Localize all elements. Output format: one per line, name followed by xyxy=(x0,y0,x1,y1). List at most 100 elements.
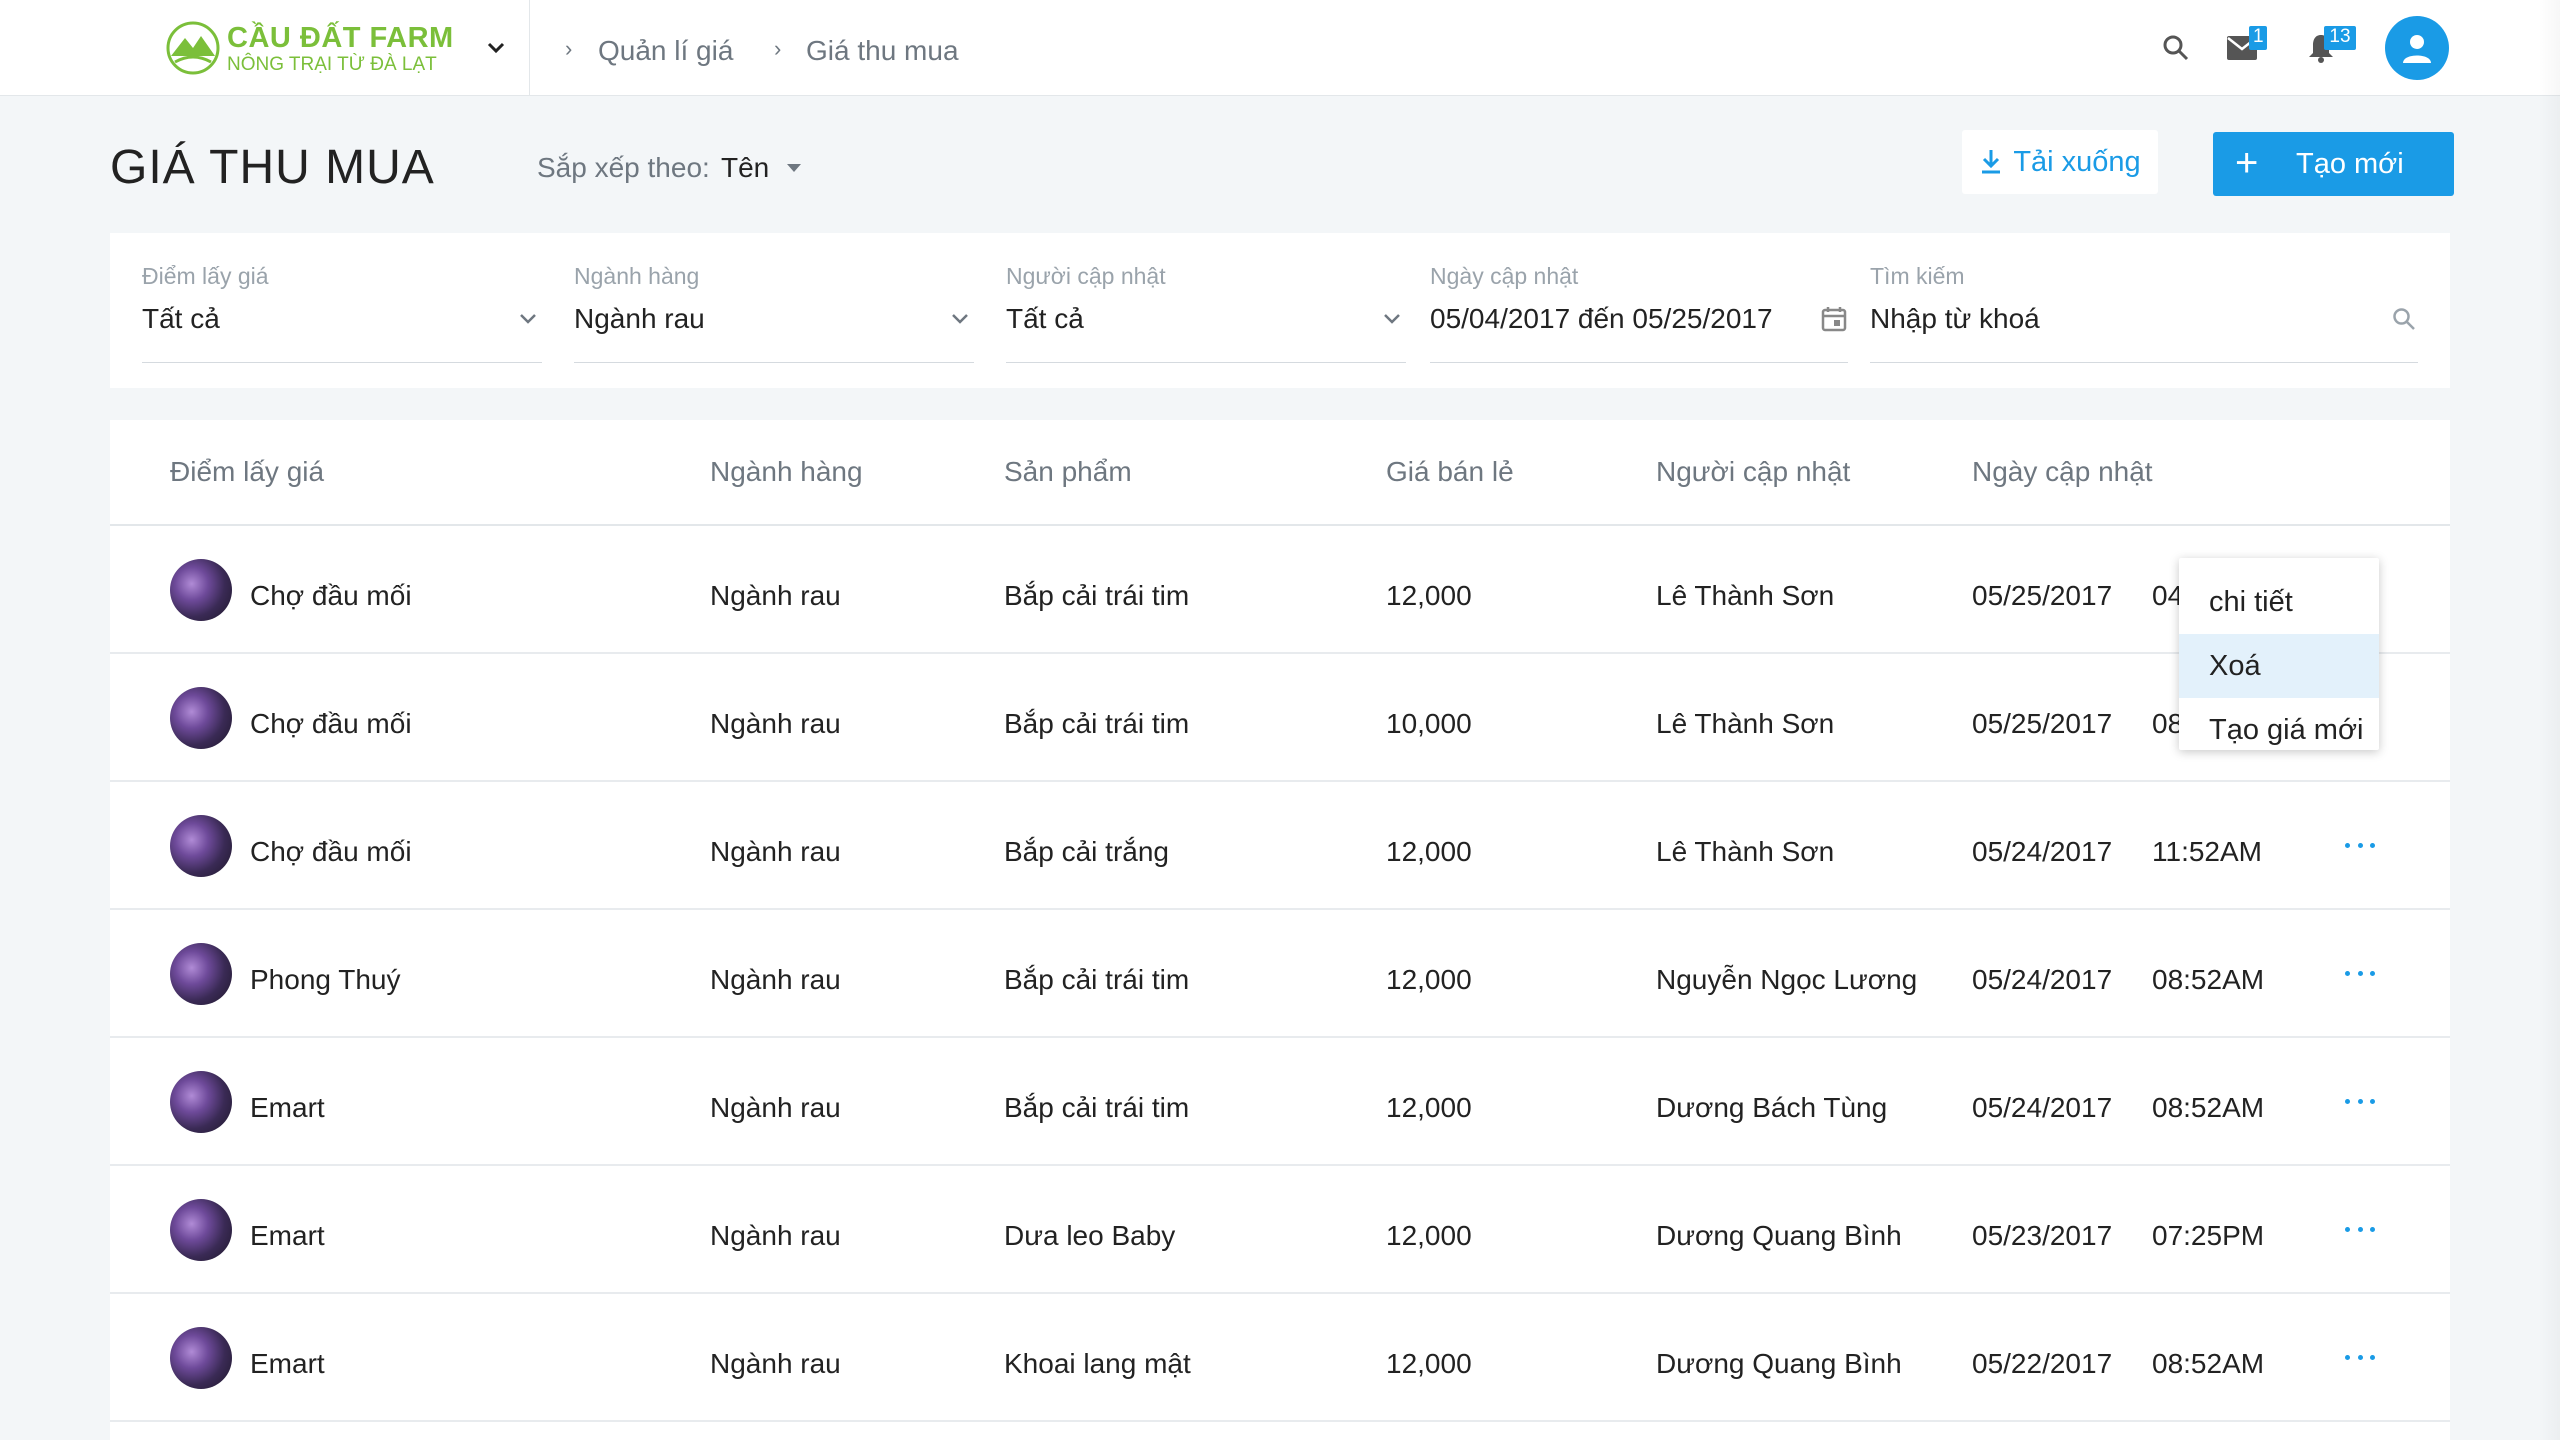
cell-time: 07:25PM xyxy=(2152,1220,2265,1251)
cell-category: Ngành rau xyxy=(710,836,841,867)
location-avatar xyxy=(170,1327,232,1389)
cell-updater: Nguyễn Ngọc Lương xyxy=(1656,964,1918,995)
brand-logo[interactable]: CẦU ĐẤT FARM NÔNG TRẠI TỪ ĐÀ LẠT xyxy=(165,18,453,78)
menu-item-delete[interactable]: Xoá xyxy=(2179,634,2379,698)
cell-updater: Dương Bách Tùng xyxy=(1656,1092,1888,1123)
column-header-category[interactable]: Ngành hàng xyxy=(710,456,863,488)
create-new-label: Tạo mới xyxy=(2296,148,2404,180)
cell-price: 12,000 xyxy=(1386,1348,1472,1379)
location-avatar xyxy=(170,687,232,749)
cell-category: Ngành rau xyxy=(710,580,841,611)
column-header-updater[interactable]: Người cập nhật xyxy=(1656,456,1850,488)
cell-location: Emart xyxy=(250,1092,325,1123)
cell-date: 05/25/2017 xyxy=(1972,708,2113,739)
mail-badge: 1 xyxy=(2249,26,2267,50)
search-filter-label: Tìm kiếm xyxy=(1870,263,1965,289)
row-context-menu: chi tiết Xoá Tạo giá mới xyxy=(2179,558,2379,750)
create-new-button[interactable]: + Tạo mới xyxy=(2213,132,2454,196)
updater-filter[interactable]: Người cập nhật Tất cả xyxy=(1006,263,1406,363)
cell-price: 12,000 xyxy=(1386,580,1472,611)
cell-price: 10,000 xyxy=(1386,708,1472,739)
location-avatar xyxy=(170,943,232,1005)
category-filter[interactable]: Ngành hàng Ngành rau xyxy=(574,263,974,363)
cell-price: 12,000 xyxy=(1386,964,1472,995)
cell-location: Emart xyxy=(250,1220,325,1251)
cell-category: Ngành rau xyxy=(710,1092,841,1123)
cell-location: Chợ đầu mối xyxy=(250,708,412,739)
location-filter[interactable]: Điểm lấy giá Tất cả xyxy=(142,263,542,363)
more-actions-icon[interactable] xyxy=(2345,1094,2375,1108)
chevron-down-icon[interactable] xyxy=(482,34,510,62)
cell-time: 08:52AM xyxy=(2152,1092,2265,1123)
menu-item-new-price[interactable]: Tạo giá mới xyxy=(2179,698,2379,762)
person-icon xyxy=(2403,35,2431,63)
menu-item-details[interactable]: chi tiết xyxy=(2179,570,2379,634)
download-button[interactable]: Tải xuống xyxy=(1962,130,2158,194)
cell-price: 12,000 xyxy=(1386,836,1472,867)
chevron-down-icon xyxy=(514,305,542,333)
user-avatar[interactable] xyxy=(2385,16,2449,80)
chevron-down-icon xyxy=(946,305,974,333)
column-header-retail-price[interactable]: Giá bán lẻ xyxy=(1386,456,1514,488)
table-row[interactable]: Chợ đầu mối Ngành rau Bắp cải trái tim 1… xyxy=(110,526,2450,654)
cell-location: Chợ đầu mối xyxy=(250,836,412,867)
breadcrumb-price-management[interactable]: Quản lí giá xyxy=(598,35,733,67)
cell-date: 05/25/2017 xyxy=(1972,580,2113,611)
brand-title: CẦU ĐẤT FARM xyxy=(227,22,454,54)
chevron-right-icon: › xyxy=(565,36,573,61)
cell-category: Ngành rau xyxy=(710,708,841,739)
date-range-filter[interactable]: Ngày cập nhật 05/04/2017 đến 05/25/2017 xyxy=(1430,263,1848,363)
cell-updater: Lê Thành Sơn xyxy=(1656,708,1835,739)
date-filter-label: Ngày cập nhật xyxy=(1430,263,1579,289)
cell-product: Bắp cải trắng xyxy=(1004,836,1169,867)
column-header-updated-date[interactable]: Ngày cập nhật xyxy=(1972,456,2153,488)
search-icon[interactable] xyxy=(2158,30,2194,66)
cell-product: Bắp cải trái tim xyxy=(1004,1092,1190,1123)
search-filter[interactable]: Tìm kiếm Nhập từ khoá xyxy=(1870,263,2418,363)
more-actions-icon[interactable] xyxy=(2345,838,2375,852)
category-filter-value: Ngành rau xyxy=(574,303,705,334)
location-avatar xyxy=(170,559,232,621)
caret-down-icon[interactable] xyxy=(784,162,804,174)
table-row[interactable]: Emart Ngành rau Dưa leo Baby 12,000 Dươn… xyxy=(110,1166,2450,1294)
search-input[interactable]: Nhập từ khoá xyxy=(1870,303,2040,335)
search-icon[interactable] xyxy=(2390,305,2418,333)
cell-price: 12,000 xyxy=(1386,1220,1472,1251)
topbar-divider xyxy=(529,0,530,96)
column-header-location[interactable]: Điểm lấy giá xyxy=(170,456,324,488)
table-row[interactable]: Chợ đầu mối Ngành rau Bắp cải trái tim 1… xyxy=(110,654,2450,782)
sort-select[interactable]: Tên xyxy=(721,152,769,184)
cell-category: Ngành rau xyxy=(710,1348,841,1379)
table-row[interactable]: Emart Ngành rau Bắp cải trái tim 12,000 … xyxy=(110,1038,2450,1166)
cell-date: 05/22/2017 xyxy=(1972,1348,2113,1379)
chevron-right-icon: › xyxy=(774,36,782,61)
sort-label: Sắp xếp theo: xyxy=(537,152,710,183)
download-icon xyxy=(1982,150,2001,174)
cell-time: 11:52AM xyxy=(2152,836,2262,867)
table-row[interactable]: Chợ đầu mối Ngành rau Bắp cải trắng 12,0… xyxy=(110,782,2450,910)
cell-location: Chợ đầu mối xyxy=(250,580,412,611)
updater-filter-label: Người cập nhật xyxy=(1006,263,1166,289)
farm-logo-icon xyxy=(166,21,220,75)
column-header-product[interactable]: Sản phẩm xyxy=(1004,456,1132,488)
cell-product: Khoai lang mật xyxy=(1004,1348,1191,1379)
more-actions-icon[interactable] xyxy=(2345,966,2375,980)
download-label: Tải xuống xyxy=(2013,145,2141,178)
cell-date: 05/23/2017 xyxy=(1972,1220,2113,1251)
scrollbar-track xyxy=(2538,0,2560,1440)
category-filter-label: Ngành hàng xyxy=(574,263,700,289)
cell-product: Dưa leo Baby xyxy=(1004,1220,1176,1251)
filter-panel: Điểm lấy giá Tất cả Ngành hàng Ngành rau… xyxy=(110,233,2450,388)
location-avatar xyxy=(170,815,232,877)
cell-location: Emart xyxy=(250,1348,325,1379)
calendar-icon[interactable] xyxy=(1820,305,1848,333)
more-actions-icon[interactable] xyxy=(2345,1222,2375,1236)
table-row[interactable]: Emart Ngành rau Khoai lang mật 12,000 Dư… xyxy=(110,1294,2450,1422)
breadcrumb-purchase-price[interactable]: Giá thu mua xyxy=(806,35,959,67)
cell-updater: Lê Thành Sơn xyxy=(1656,580,1835,611)
cell-product: Bắp cải trái tim xyxy=(1004,964,1190,995)
table-header: Điểm lấy giá Ngành hàng Sản phẩm Giá bán… xyxy=(110,420,2450,526)
cell-location: Phong Thuý xyxy=(250,964,401,995)
more-actions-icon[interactable] xyxy=(2345,1350,2375,1364)
table-row[interactable]: Phong Thuý Ngành rau Bắp cải trái tim 12… xyxy=(110,910,2450,1038)
